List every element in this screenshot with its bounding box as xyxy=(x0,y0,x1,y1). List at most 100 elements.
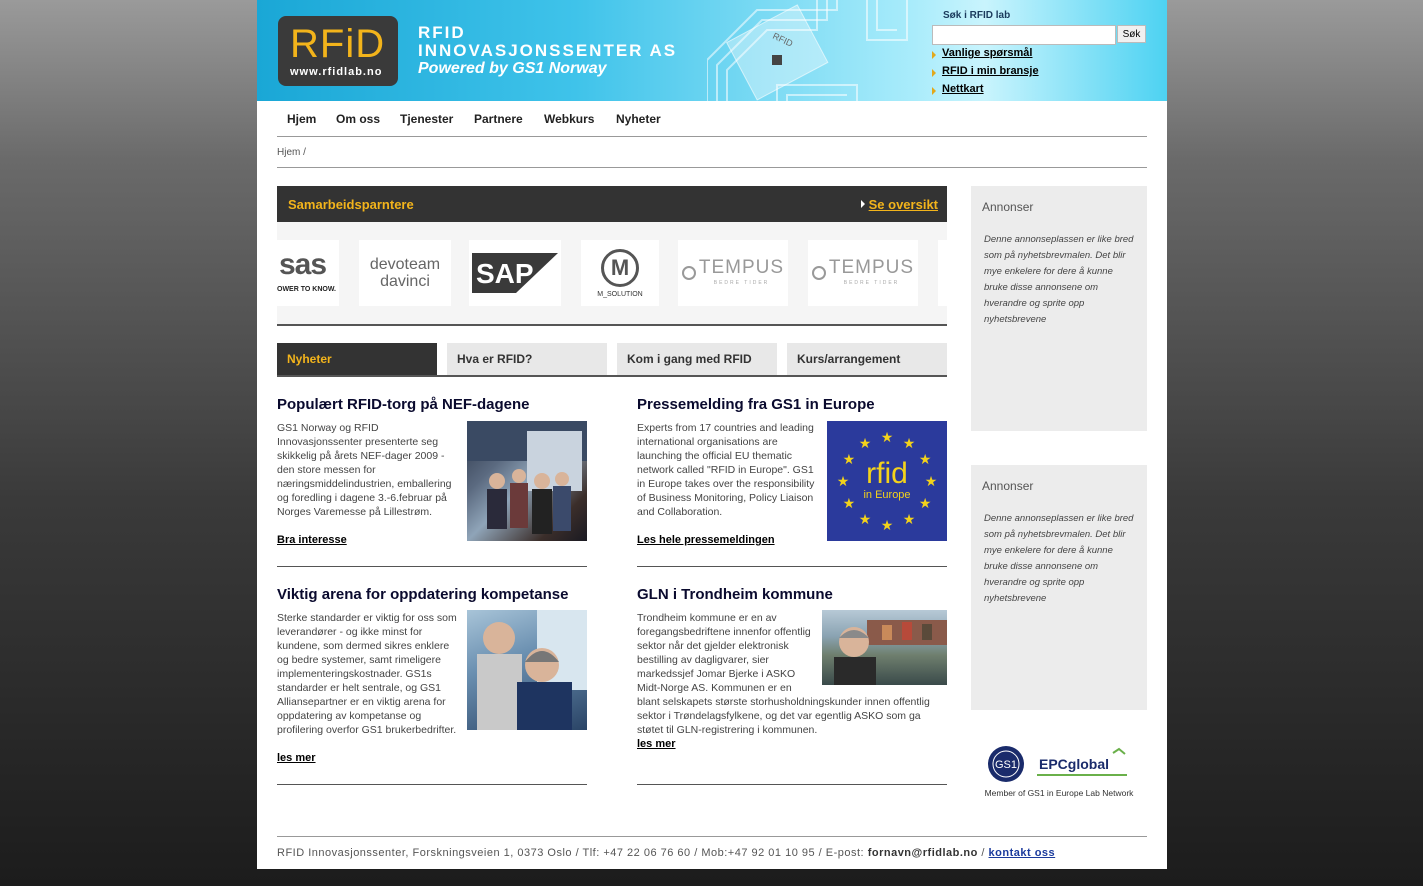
news-read-more-link[interactable]: les mer xyxy=(277,752,316,764)
nav-item-partnere[interactable]: Partnere xyxy=(474,112,523,126)
partners-title: Samarbeidsparntere xyxy=(288,197,414,212)
eu-star-icon: ★ xyxy=(837,474,850,490)
tempus-logo-text: TEMPUS xyxy=(828,256,915,278)
main-nav: Hjem Om oss Tjenester Partnere Webkurs N… xyxy=(277,101,1147,137)
news-read-more-link[interactable]: Les hele pressemeldingen xyxy=(637,534,775,546)
nav-item-tjenester[interactable]: Tjenester xyxy=(400,112,453,126)
divider xyxy=(277,566,587,567)
sap-logo: SAP xyxy=(472,253,558,293)
svg-text:in Europe: in Europe xyxy=(863,489,910,501)
eu-star-icon: ★ xyxy=(859,512,872,528)
eu-star-icon: ★ xyxy=(919,452,932,468)
partner-logo-carousel: sas OWER TO KNOW. devoteam davinci SAP M… xyxy=(277,222,947,326)
portrait-photo xyxy=(834,620,947,685)
tempus-clock-icon xyxy=(681,266,696,280)
eu-star-icon: ★ xyxy=(925,474,938,490)
tempus-logo-text: TEMPUS xyxy=(698,256,785,278)
m-solution-logo-text: M_SOLUTION xyxy=(597,290,643,298)
bullet-arrow-icon xyxy=(932,69,936,77)
partner-logo-sas[interactable]: sas OWER TO KNOW. xyxy=(277,240,339,306)
nav-item-nyheter[interactable]: Nyheter xyxy=(616,112,661,126)
news-summary: GS1 Norway og RFID Innovasjonssenter pre… xyxy=(277,422,452,518)
site-logo[interactable]: RFiD www.rfidlab.no xyxy=(278,16,398,86)
news-read-more-link[interactable]: les mer xyxy=(637,738,676,750)
news-title[interactable]: Pressemelding fra GS1 in Europe xyxy=(637,396,947,413)
news-image[interactable]: ★ ★ ★ ★ ★ ★ ★ ★ ★ ★ ★ ★ rfid in Europe xyxy=(827,421,947,541)
portrait-photo xyxy=(477,610,587,730)
news-title[interactable]: Populært RFID-torg på NEF-dagene xyxy=(277,396,587,413)
site-subtitle: Powered by GS1 Norway xyxy=(418,60,607,77)
news-read-more-link[interactable]: Bra interesse xyxy=(277,534,347,546)
divider xyxy=(277,167,1147,168)
quick-link-faq[interactable]: Vanlige spørsmål xyxy=(942,47,1032,59)
tab-hva-er-rfid[interactable]: Hva er RFID? xyxy=(447,343,607,375)
eu-star-icon: ★ xyxy=(919,496,932,512)
partner-logo-partial[interactable] xyxy=(938,240,947,306)
footer: RFID Innovasjonssenter, Forskningsveien … xyxy=(277,847,1055,859)
ad-text: Denne annonseplassen er like bred som på… xyxy=(984,513,1134,604)
tempus-logo-sub: BEDRE TIDER xyxy=(713,279,770,286)
tab-kom-i-gang[interactable]: Kom i gang med RFID xyxy=(617,343,777,375)
eu-star-icon: ★ xyxy=(859,436,872,452)
ad-box[interactable]: Annonser Denne annonseplassen er like br… xyxy=(971,465,1147,710)
search-input[interactable] xyxy=(932,25,1116,45)
arrow-right-icon xyxy=(861,200,865,208)
eu-star-icon: ★ xyxy=(903,512,916,528)
tab-nyheter[interactable]: Nyheter xyxy=(277,343,437,375)
bullet-arrow-icon xyxy=(932,87,936,95)
ad-box[interactable]: Annonser Denne annonseplassen er like br… xyxy=(971,186,1147,431)
partner-logo-devoteam[interactable]: devoteam davinci xyxy=(359,240,451,306)
partner-logo-tempus[interactable]: TEMPUS BEDRE TIDER xyxy=(678,240,788,306)
news-image[interactable] xyxy=(467,610,587,730)
search-label: Søk i RFID lab xyxy=(943,10,1011,21)
tempus-logo-sub: BEDRE TIDER xyxy=(843,279,900,286)
news-item: Populært RFID-torg på NEF-dagene GS1 Nor… xyxy=(277,396,587,568)
member-text: Member of GS1 in Europe Lab Network xyxy=(984,788,1134,798)
eu-star-icon: ★ xyxy=(903,436,916,452)
divider xyxy=(277,784,587,785)
logo-rfid-text: RFiD xyxy=(290,22,386,66)
breadcrumb[interactable]: Hjem / xyxy=(277,147,306,158)
footer-email[interactable]: fornavn@rfidlab.no xyxy=(868,847,978,859)
news-summary: Experts from 17 countries and leading in… xyxy=(637,422,815,518)
ad-title: Annonser xyxy=(982,200,1034,214)
ad-text: Denne annonseplassen er like bred som på… xyxy=(984,234,1134,325)
devoteam-logo-sub: davinci xyxy=(380,273,430,290)
svg-text:SAP: SAP xyxy=(476,258,534,289)
divider xyxy=(637,784,947,785)
search-button[interactable]: Søk xyxy=(1117,25,1146,43)
partner-logo-tempus[interactable]: TEMPUS BEDRE TIDER xyxy=(808,240,918,306)
tab-kurs-arrangement[interactable]: Kurs/arrangement xyxy=(787,343,947,375)
exhibition-photo xyxy=(467,421,587,534)
nav-item-webkurs[interactable]: Webkurs xyxy=(544,112,594,126)
svg-text:GS1: GS1 xyxy=(995,759,1017,771)
logo-url-text: www.rfidlab.no xyxy=(290,66,383,78)
news-summary: Sterke standarder er viktig for oss som … xyxy=(277,612,457,736)
news-image[interactable] xyxy=(822,610,947,685)
contact-link[interactable]: kontakt oss xyxy=(989,847,1056,859)
news-item: Viktig arena for oppdatering kompetanse … xyxy=(277,586,587,786)
nav-item-hjem[interactable]: Hjem xyxy=(287,112,316,126)
quick-link-sitemap[interactable]: Nettkart xyxy=(942,83,984,95)
svg-text:rfid: rfid xyxy=(866,457,908,490)
header-tools: Søk i RFID lab Søk Vanlige spørsmål RFID… xyxy=(932,0,1167,101)
tempus-clock-icon xyxy=(811,266,826,280)
nav-item-om-oss[interactable]: Om oss xyxy=(336,112,380,126)
news-item: GLN i Trondheim kommune Trondheim kommun… xyxy=(637,586,947,786)
news-title[interactable]: Viktig arena for oppdatering kompetanse xyxy=(277,586,587,603)
partners-header: Samarbeidsparntere Se oversikt xyxy=(277,186,947,222)
eu-star-icon: ★ xyxy=(843,452,856,468)
partner-logo-sap[interactable]: SAP xyxy=(469,240,561,306)
eu-star-icon: ★ xyxy=(881,430,894,446)
quick-link-industry[interactable]: RFID i min bransje xyxy=(942,65,1039,77)
partner-logo-m-solution[interactable]: M M_SOLUTION xyxy=(581,240,659,306)
bullet-arrow-icon xyxy=(932,51,936,59)
news-image[interactable] xyxy=(467,421,587,541)
partners-overview-link[interactable]: Se oversikt xyxy=(869,197,938,212)
news-title[interactable]: GLN i Trondheim kommune xyxy=(637,586,947,603)
news-item: Pressemelding fra GS1 in Europe Experts … xyxy=(637,396,947,568)
divider xyxy=(277,836,1147,837)
sas-logo-text: sas xyxy=(279,248,327,281)
gs1-epcglobal-logo[interactable]: GS1 EPCglobal xyxy=(987,745,1132,783)
divider xyxy=(637,566,947,567)
